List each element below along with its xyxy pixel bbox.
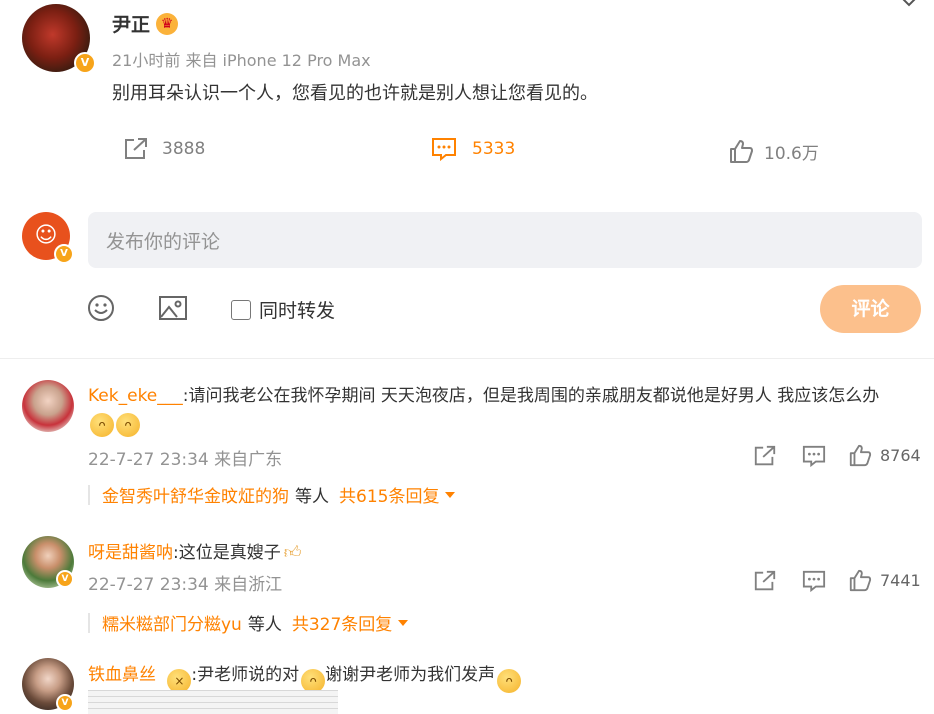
- reply-users[interactable]: 金智秀叶舒华金旼炡的狗: [102, 482, 289, 507]
- comment-emojis: ᴖᴖ: [88, 409, 140, 437]
- submit-label: 评论: [851, 298, 890, 320]
- comment-avatar[interactable]: V: [22, 536, 78, 592]
- comment-body: 呀是甜酱呐:这位是真嫂子 👍︎: [88, 538, 302, 563]
- comment-like-count: 8764: [880, 445, 921, 465]
- thumbs-up-emoji-icon: 👍︎: [283, 543, 302, 563]
- pleading-face-icon: ᴖ: [116, 413, 140, 437]
- reply-total[interactable]: 共327条回复: [292, 610, 392, 635]
- like-button[interactable]: 10.6万: [728, 138, 819, 164]
- comment-like-button[interactable]: 8764: [848, 443, 921, 467]
- thumbs-up-icon: [848, 443, 872, 467]
- reply-summary[interactable]: 糯米糍部门分糍yu 等人 共327条回复: [88, 610, 409, 635]
- reply-users[interactable]: 糯米糍部门分糍yu: [102, 610, 242, 635]
- reply-bar: [88, 484, 90, 505]
- like-count: 10.6万: [764, 143, 819, 164]
- comment-icon: [430, 136, 458, 162]
- comment-body: 铁血鼻丝 ×:尹老师说的对 ᴖ 谢谢尹老师为我们发声 ᴖ: [88, 660, 522, 693]
- verified-badge-icon: V: [74, 52, 96, 74]
- pleading-face-icon: ᴖ: [90, 413, 114, 437]
- comment-reply-icon[interactable]: [801, 444, 827, 468]
- comment-meta: 22-7-27 23:34 来自浙江: [88, 575, 283, 595]
- emoji-icon[interactable]: [87, 294, 115, 322]
- comment-body: Kek_eke___:请问我老公在我怀孕期间 天天泡夜店，但是我周围的亲戚朋友都…: [88, 381, 928, 406]
- comment-avatar[interactable]: V: [22, 658, 78, 714]
- share-icon: [122, 136, 150, 162]
- comment-user[interactable]: Kek_eke___: [88, 386, 183, 406]
- comment-text: :这位是真嫂子: [173, 543, 281, 563]
- attached-image-preview[interactable]: [88, 690, 338, 714]
- verified-badge-icon: V: [56, 570, 74, 588]
- comment-text-2: 谢谢尹老师为我们发声: [325, 665, 496, 685]
- comment-share-icon[interactable]: [752, 569, 778, 593]
- reply-mid: 等人: [295, 487, 329, 507]
- caret-down-icon: [445, 491, 456, 498]
- verified-badge-icon: V: [56, 694, 74, 712]
- submit-comment-button[interactable]: 评论: [820, 285, 921, 333]
- caret-down-icon: [398, 619, 409, 626]
- repost-checkbox[interactable]: [231, 299, 251, 320]
- comment-like-button[interactable]: 7441: [848, 568, 921, 592]
- pleading-face-icon: ᴖ: [497, 669, 522, 693]
- comment-reply-icon[interactable]: [801, 569, 827, 593]
- comment-count: 5333: [472, 139, 516, 159]
- avatar-glyph-icon: ☺: [34, 223, 58, 248]
- post-author-avatar[interactable]: V: [22, 4, 98, 74]
- share-count: 3888: [162, 139, 206, 159]
- verified-badge-icon: V: [54, 244, 74, 264]
- repost-label: 同时转发: [259, 300, 336, 322]
- comment-meta: 22-7-27 23:34 来自广东: [88, 450, 283, 470]
- thumbs-up-icon: [728, 138, 754, 164]
- comment-like-count: 7441: [880, 570, 921, 590]
- crown-icon: ♛: [156, 12, 179, 35]
- reply-mid: 等人: [247, 615, 282, 635]
- comment-text: :请问我老公在我怀孕期间 天天泡夜店，但是我周围的亲戚朋友都说他是好男人 我应该…: [182, 386, 880, 406]
- image-icon[interactable]: [158, 294, 188, 322]
- current-user-avatar[interactable]: ☺ V: [22, 212, 76, 266]
- post-author-name[interactable]: 尹正: [112, 10, 150, 37]
- comment-input[interactable]: 发布你的评论: [88, 212, 922, 268]
- comment-input-placeholder: 发布你的评论: [106, 231, 221, 253]
- section-divider: [0, 358, 934, 359]
- reply-total[interactable]: 共615条回复: [339, 482, 439, 507]
- comment-text: :尹老师说的对: [191, 665, 300, 685]
- reply-summary[interactable]: 金智秀叶舒华金旼炡的狗 等人 共615条回复: [88, 482, 456, 507]
- post-meta: 21小时前 来自 iPhone 12 Pro Max: [112, 51, 371, 70]
- reply-bar: [88, 612, 90, 633]
- repost-toggle[interactable]: 同时转发: [231, 296, 335, 323]
- thumbs-up-icon: [848, 568, 872, 592]
- comment-user[interactable]: 呀是甜酱呐: [88, 543, 173, 563]
- more-chevron-icon[interactable]: [900, 0, 918, 8]
- share-button[interactable]: 3888: [122, 136, 205, 162]
- comment-share-icon[interactable]: [752, 444, 778, 468]
- post-content: 别用耳朵认识一个人，您看见的也许就是别人想让您看见的。: [112, 83, 598, 104]
- comment-button[interactable]: 5333: [430, 136, 515, 162]
- comment-user[interactable]: 铁血鼻丝: [88, 665, 156, 685]
- comment-avatar[interactable]: [22, 380, 74, 432]
